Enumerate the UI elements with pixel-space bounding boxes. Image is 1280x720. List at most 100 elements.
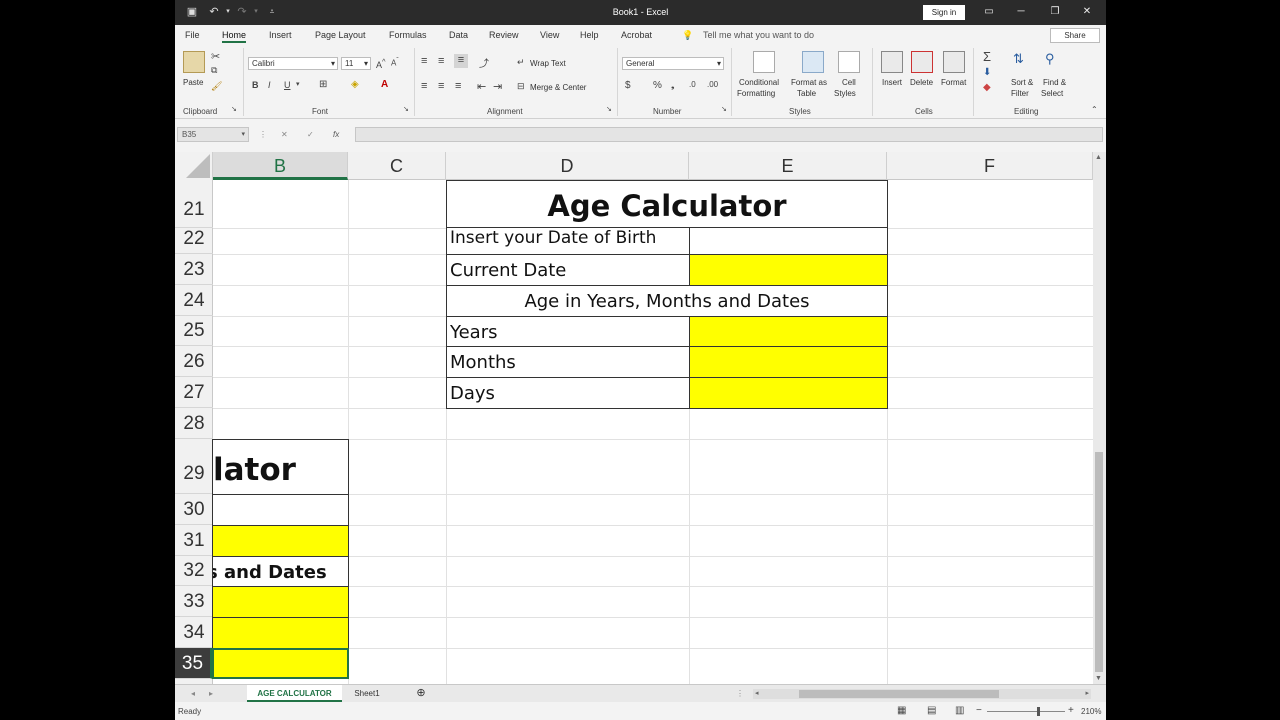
orientation-icon[interactable]: ⤴ (479, 55, 489, 70)
number-format-select[interactable]: General ▾ (622, 57, 724, 70)
row-header[interactable]: 24 (175, 285, 213, 316)
tab-acrobat[interactable]: Acrobat (621, 30, 652, 40)
row-header[interactable]: 27 (175, 377, 213, 408)
left-table-yellow-cell[interactable] (212, 617, 349, 649)
format-as-table-icon[interactable] (802, 51, 824, 73)
row-header[interactable]: 28 (175, 408, 213, 439)
clear-icon[interactable]: ◆ (983, 82, 991, 93)
insert-cells-button[interactable]: Insert (882, 78, 902, 87)
conditional-formatting-icon[interactable] (753, 51, 775, 73)
column-header-e[interactable]: E (689, 152, 887, 180)
percent-icon[interactable]: % (653, 80, 662, 91)
fill-color-icon[interactable]: ◈ (351, 79, 359, 90)
scroll-down-icon[interactable]: ▼ (1095, 675, 1102, 682)
select-all-corner[interactable] (175, 152, 213, 180)
sort-filter-icon[interactable]: ⇅ (1013, 51, 1024, 67)
dob-input-cell[interactable] (689, 227, 888, 255)
top-align-icon[interactable]: ≡ (421, 55, 427, 67)
tell-me-search[interactable]: Tell me what you want to do (703, 30, 814, 40)
age-header[interactable]: Age in Years, Months and Dates (446, 285, 888, 317)
format-as-table-button[interactable]: Format as (791, 78, 827, 87)
column-header-c[interactable]: C (348, 152, 446, 180)
decrease-font-icon[interactable]: Aˇ (391, 57, 399, 68)
page-break-view-icon[interactable]: ▥ (955, 705, 964, 716)
align-center-icon[interactable]: ≡ (438, 80, 444, 92)
format-cells-icon[interactable] (943, 51, 965, 73)
minimize-icon[interactable]: ─ (1011, 4, 1031, 20)
tab-page-layout[interactable]: Page Layout (315, 30, 366, 40)
bold-icon[interactable]: B (252, 80, 259, 90)
tab-view[interactable]: View (540, 30, 559, 40)
conditional-formatting-button[interactable]: Conditional (739, 78, 779, 87)
row-header[interactable]: 23 (175, 254, 213, 285)
vertical-scroll-thumb[interactable] (1095, 452, 1103, 672)
delete-cells-icon[interactable] (911, 51, 933, 73)
horizontal-scrollbar[interactable]: ◂ ▸ (753, 689, 1091, 699)
number-launcher-icon[interactable]: ↘ (721, 105, 727, 113)
current-date-cell[interactable] (689, 254, 888, 286)
years-label[interactable]: Years (446, 316, 690, 347)
row-header[interactable]: 32 (175, 556, 213, 586)
column-header-f[interactable]: F (887, 152, 1093, 180)
selected-cell-b35[interactable] (212, 648, 349, 679)
increase-decimal-icon[interactable]: .0 (689, 80, 696, 89)
left-table-cell[interactable] (212, 494, 349, 526)
merge-center-button[interactable]: Merge & Center (530, 83, 586, 92)
font-color-icon[interactable]: A (381, 79, 388, 90)
fill-icon[interactable]: ⬇ (983, 67, 991, 78)
close-icon[interactable]: ✕ (1077, 4, 1097, 20)
align-left-icon[interactable]: ≡ (421, 80, 427, 92)
increase-indent-icon[interactable]: ⇥ (493, 80, 502, 93)
decrease-decimal-icon[interactable]: .00 (707, 80, 718, 89)
column-header-b[interactable]: B (213, 152, 348, 180)
paste-button[interactable]: Paste (183, 78, 203, 87)
tab-insert[interactable]: Insert (269, 30, 292, 40)
zoom-in-icon[interactable]: + (1068, 705, 1074, 716)
wrap-text-button[interactable]: Wrap Text (530, 59, 566, 68)
share-button[interactable]: Share (1050, 28, 1100, 43)
maximize-icon[interactable]: ❐ (1045, 4, 1065, 20)
bottom-align-icon[interactable]: ≡ (454, 54, 468, 68)
tab-home[interactable]: Home (222, 30, 247, 43)
row-header[interactable]: 25 (175, 316, 213, 346)
align-right-icon[interactable]: ≡ (455, 80, 461, 92)
alignment-launcher-icon[interactable]: ↘ (606, 105, 612, 113)
add-sheet-icon[interactable]: ⊕ (413, 685, 429, 702)
page-layout-view-icon[interactable]: ▤ (927, 705, 936, 716)
scroll-left-icon[interactable]: ◂ (755, 689, 759, 697)
tab-data[interactable]: Data (449, 30, 468, 40)
scroll-up-icon[interactable]: ▲ (1095, 154, 1102, 161)
scroll-right-icon[interactable]: ▸ (1085, 689, 1089, 697)
years-value-cell[interactable] (689, 316, 888, 347)
cell-styles-icon[interactable] (838, 51, 860, 73)
vertical-scrollbar[interactable]: ▲ ▼ (1093, 152, 1106, 684)
ribbon-display-icon[interactable]: ▭ (979, 4, 999, 20)
zoom-out-icon[interactable]: − (976, 705, 982, 716)
row-header[interactable]: 34 (175, 617, 213, 648)
row-header[interactable]: 30 (175, 494, 213, 525)
row-header[interactable]: 21 (175, 180, 213, 228)
underline-icon[interactable]: U (284, 80, 291, 90)
days-value-cell[interactable] (689, 377, 888, 409)
find-select-button[interactable]: Find & (1043, 78, 1066, 87)
comma-icon[interactable]: ❟ (671, 80, 675, 91)
format-cells-button[interactable]: Format (941, 78, 966, 87)
borders-icon[interactable]: ⊞ (319, 79, 327, 90)
insert-cells-icon[interactable] (881, 51, 903, 73)
months-value-cell[interactable] (689, 346, 888, 378)
insert-function-icon[interactable]: fx (333, 130, 339, 139)
current-date-label[interactable]: Current Date (446, 254, 690, 286)
copy-icon[interactable]: ⧉ (211, 65, 217, 76)
zoom-level[interactable]: 210% (1081, 707, 1101, 716)
days-label[interactable]: Days (446, 377, 690, 409)
collapse-ribbon-icon[interactable]: ⌃ (1091, 105, 1098, 114)
next-sheet-icon[interactable]: ▸ (205, 685, 217, 702)
row-header[interactable]: 26 (175, 346, 213, 377)
sheet-tab-sheet1[interactable]: Sheet1 (347, 685, 387, 702)
cancel-entry-icon[interactable]: ✕ (281, 130, 288, 139)
formula-input[interactable] (355, 127, 1103, 142)
row-header-selected[interactable]: 35 (175, 648, 213, 679)
dob-label[interactable]: Insert your Date of Birth (446, 227, 690, 255)
left-table-yellow-cell[interactable] (212, 586, 349, 618)
delete-cells-button[interactable]: Delete (910, 78, 933, 87)
